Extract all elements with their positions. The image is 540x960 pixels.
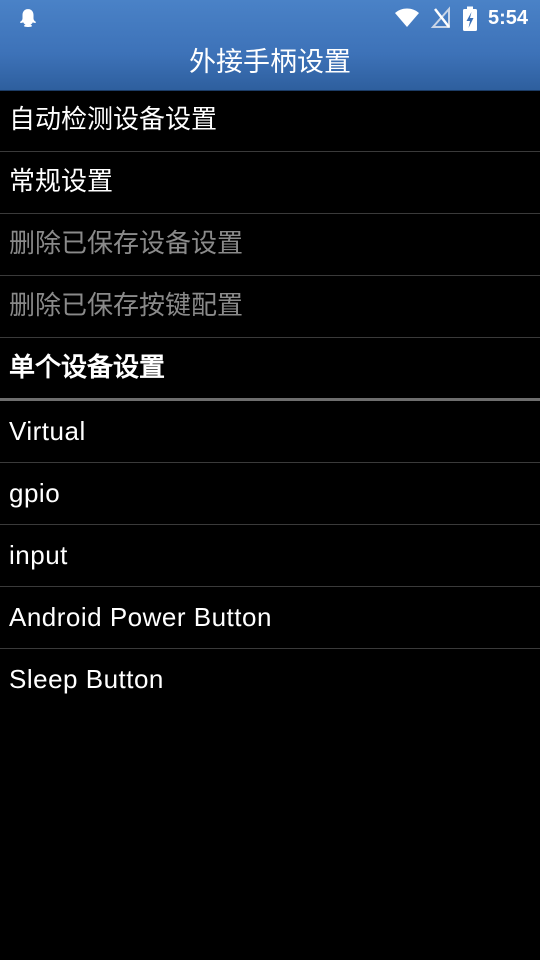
list-item-label: gpio	[9, 478, 61, 508]
status-clock: 5:54	[487, 7, 528, 29]
page-title: 外接手柄设置	[189, 47, 351, 78]
list-item-label: Sleep Button	[9, 664, 164, 694]
app-screen: 5:54 外接手柄设置 自动检测设备设置 常规设置 删除已保存设备设置 删除已保…	[0, 0, 540, 960]
auto-detect-settings-item[interactable]: 自动检测设备设置	[0, 90, 540, 152]
device-item-sleep-button[interactable]: Sleep Button	[0, 649, 540, 710]
list-item-label: Virtual	[9, 416, 86, 446]
notification-icon	[16, 6, 40, 30]
general-settings-item[interactable]: 常规设置	[0, 152, 540, 214]
status-bar: 5:54	[0, 0, 540, 36]
list-item-label: 自动检测设备设置	[9, 105, 218, 135]
section-title: 单个设备设置	[9, 353, 166, 383]
section-header-single-device: 单个设备设置	[0, 338, 540, 401]
wifi-icon	[394, 6, 420, 30]
battery-charging-icon	[462, 6, 478, 31]
device-item-input[interactable]: input	[0, 525, 540, 587]
list-item-label: Android Power Button	[9, 602, 272, 632]
device-item-gpio[interactable]: gpio	[0, 463, 540, 525]
no-sim-icon	[430, 6, 452, 30]
list-item-label: 常规设置	[9, 167, 114, 197]
delete-saved-key-config-item: 删除已保存按键配置	[0, 276, 540, 338]
delete-saved-device-settings-item: 删除已保存设备设置	[0, 214, 540, 276]
settings-list: 自动检测设备设置 常规设置 删除已保存设备设置 删除已保存按键配置 单个设备设置…	[0, 90, 540, 710]
list-item-label: input	[9, 540, 68, 570]
list-item-label: 删除已保存按键配置	[9, 291, 244, 321]
device-item-virtual[interactable]: Virtual	[0, 401, 540, 463]
list-item-label: 删除已保存设备设置	[9, 229, 244, 259]
app-header: 5:54 外接手柄设置	[0, 0, 540, 91]
device-item-android-power-button[interactable]: Android Power Button	[0, 587, 540, 649]
